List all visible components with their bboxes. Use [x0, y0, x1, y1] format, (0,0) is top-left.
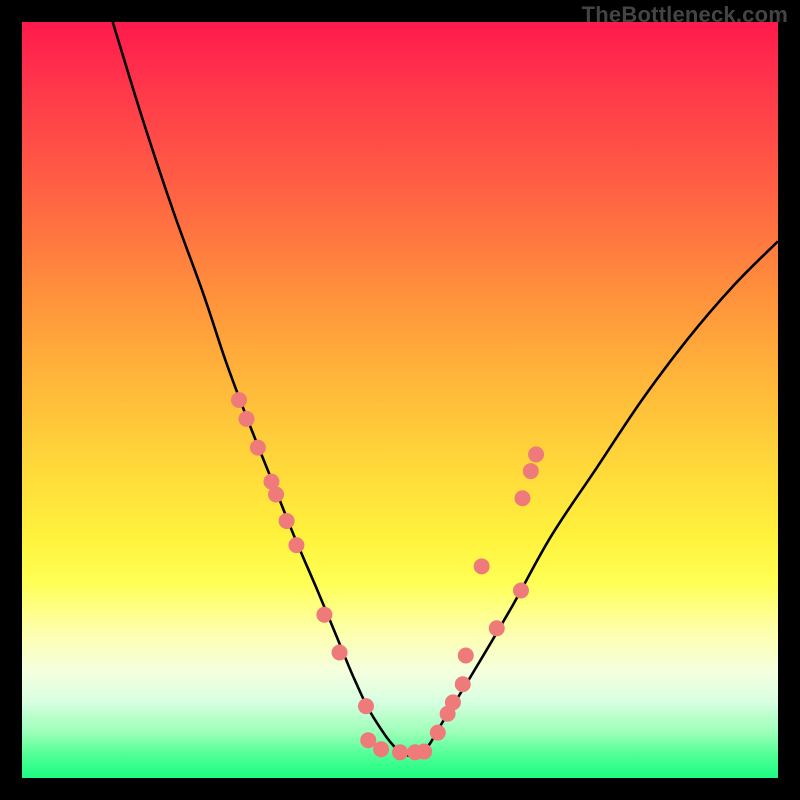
chart-svg: [22, 22, 778, 778]
chart-frame: TheBottleneck.com: [0, 0, 800, 800]
data-point: [231, 392, 247, 408]
data-point: [332, 645, 348, 661]
data-point: [489, 620, 505, 636]
data-point: [513, 583, 529, 599]
data-point: [474, 558, 490, 574]
bottleneck-curve: [113, 22, 778, 756]
data-point: [250, 440, 266, 456]
data-point: [268, 487, 284, 503]
data-point: [430, 725, 446, 741]
data-point: [458, 648, 474, 664]
data-point: [528, 446, 544, 462]
data-point: [445, 694, 461, 710]
data-point: [279, 513, 295, 529]
data-point: [455, 676, 471, 692]
data-point: [288, 537, 304, 553]
data-point: [373, 741, 389, 757]
data-point: [358, 698, 374, 714]
data-point: [523, 463, 539, 479]
data-point: [514, 490, 530, 506]
data-point: [239, 411, 255, 427]
data-point: [360, 732, 376, 748]
data-point: [392, 744, 408, 760]
data-point: [316, 607, 332, 623]
data-dots: [231, 392, 544, 760]
data-point: [416, 744, 432, 760]
